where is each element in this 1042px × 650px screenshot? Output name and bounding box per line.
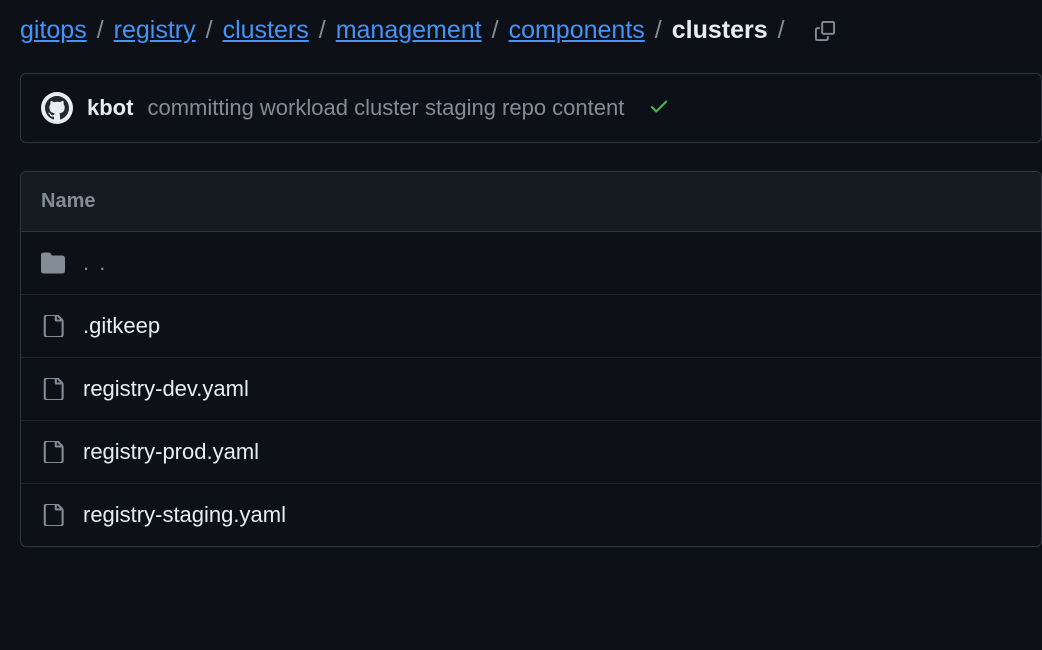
breadcrumb-link-components[interactable]: components [509,16,645,45]
commit-author[interactable]: kbot [87,95,133,121]
commit-message[interactable]: committing workload cluster staging repo… [147,95,624,121]
breadcrumb-separator: / [492,16,499,45]
file-name: registry-dev.yaml [83,376,249,402]
parent-dir-label: . . [83,250,107,276]
file-icon [41,503,65,527]
github-icon [45,96,69,120]
breadcrumb-separator: / [655,16,662,45]
table-header-name: Name [21,172,1041,232]
breadcrumb-separator: / [778,16,785,45]
status-check-icon[interactable] [648,95,670,122]
breadcrumb-link-registry[interactable]: registry [114,16,196,45]
breadcrumb-link-management[interactable]: management [336,16,482,45]
breadcrumb-separator: / [97,16,104,45]
file-table: Name . . .gitkeep [20,171,1042,547]
table-row[interactable]: .gitkeep [21,295,1041,358]
file-name: .gitkeep [83,313,160,339]
file-icon [41,314,65,338]
folder-icon [41,251,65,275]
parent-directory-row[interactable]: . . [21,232,1041,295]
table-row[interactable]: registry-dev.yaml [21,358,1041,421]
breadcrumb-link-clusters[interactable]: clusters [223,16,309,45]
breadcrumb: gitops / registry / clusters / managemen… [20,16,1042,45]
breadcrumb-separator: / [319,16,326,45]
breadcrumb-separator: / [206,16,213,45]
table-row[interactable]: registry-prod.yaml [21,421,1041,484]
file-name: registry-prod.yaml [83,439,259,465]
file-name: registry-staging.yaml [83,502,286,528]
avatar[interactable] [41,92,73,124]
copy-path-button[interactable] [815,21,835,41]
table-row[interactable]: registry-staging.yaml [21,484,1041,546]
breadcrumb-link-gitops[interactable]: gitops [20,16,87,45]
copy-icon [815,21,835,41]
commit-bar: kbot committing workload cluster staging… [20,73,1042,143]
breadcrumb-current: clusters [672,16,768,45]
file-icon [41,377,65,401]
file-icon [41,440,65,464]
